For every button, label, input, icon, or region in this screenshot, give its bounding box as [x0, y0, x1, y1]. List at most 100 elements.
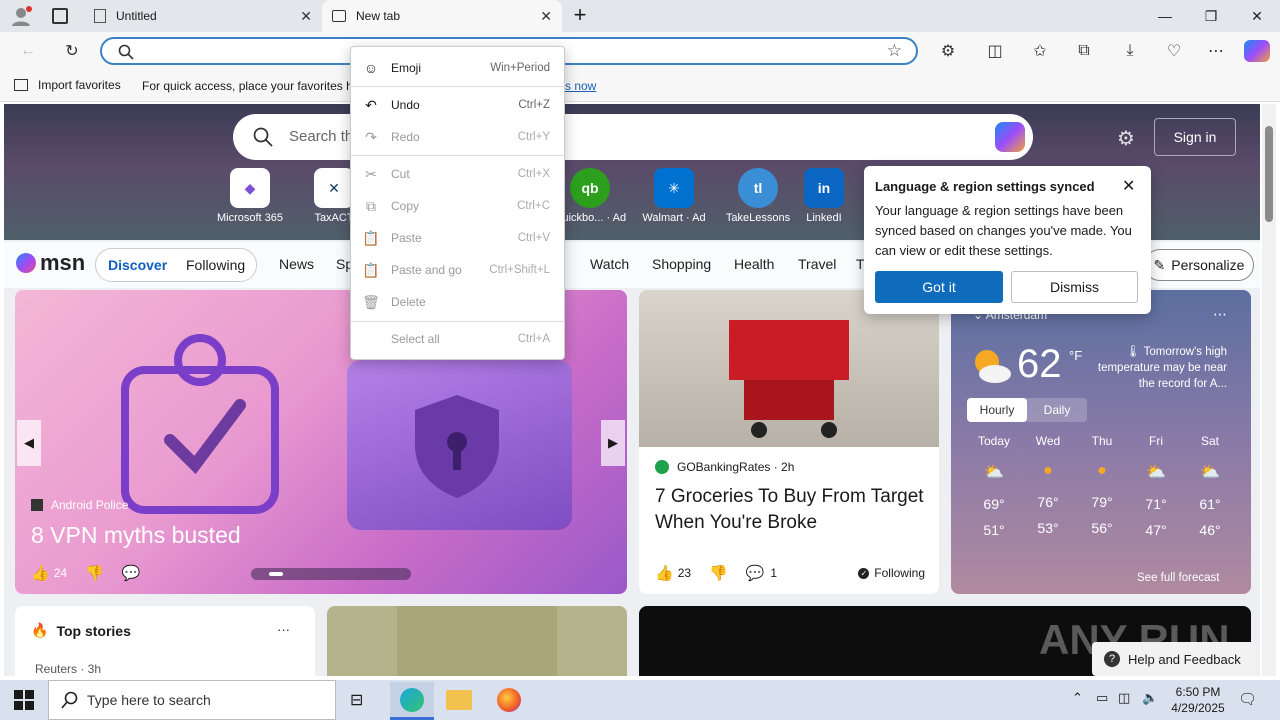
menu-item-cut[interactable]: ✂ Cut Ctrl+X [351, 159, 564, 189]
popup-body: Your language & region settings have bee… [875, 203, 1132, 258]
tab-untitled[interactable]: Untitled ✕ [84, 0, 322, 32]
extensions-icon[interactable]: ⚙ [934, 38, 962, 64]
tab-discover[interactable]: Discover [108, 257, 167, 273]
close-popup-icon[interactable]: ✕ [1122, 176, 1135, 196]
article-title[interactable]: 7 Groceries To Buy From Target When You'… [655, 484, 925, 536]
close-window-button[interactable]: ✕ [1234, 0, 1280, 32]
quicklink-label: Walmart · Ad [642, 212, 706, 224]
nav-news[interactable]: News [279, 256, 314, 272]
file-explorer-icon[interactable] [446, 690, 472, 710]
chevron-up-icon[interactable]: ⌃ [1072, 690, 1083, 706]
taskbar-edge-button[interactable] [390, 682, 434, 720]
story-source[interactable]: Reuters · 3h [35, 662, 101, 676]
news-card[interactable]: GOBankingRates · 2h 7 Groceries To Buy F… [639, 290, 939, 594]
network-icon[interactable]: ◫ [1118, 690, 1130, 706]
comment-icon[interactable]: 💬 [122, 564, 141, 582]
nav-watch[interactable]: Watch [590, 256, 629, 272]
forecast-day[interactable]: Fri ⛅ 71° 47° [1129, 428, 1183, 562]
comment-icon[interactable]: 💬 [746, 564, 765, 582]
redo-icon: ↷ [365, 128, 377, 145]
settings-gear-icon[interactable]: ⚙ [1117, 126, 1135, 151]
high-temp: 61° [1199, 496, 1221, 512]
back-icon[interactable]: ← [14, 38, 42, 64]
new-tab-button[interactable]: + [568, 4, 592, 28]
collections-icon[interactable]: ⧉ [1070, 38, 1098, 64]
temp-unit[interactable]: °F [1069, 348, 1082, 363]
favorites-link[interactable]: s now [565, 79, 596, 93]
forecast-day[interactable]: Sat ⛅ 61° 46° [1183, 428, 1237, 562]
article-title[interactable]: 8 VPN myths busted [31, 522, 241, 549]
msn-logo[interactable]: msn [16, 250, 85, 276]
forecast-day[interactable]: Wed ● 76° 53° [1021, 428, 1075, 562]
carousel-next-button[interactable]: ▶ [601, 420, 625, 466]
menu-item-redo[interactable]: ↷ Redo Ctrl+Y [351, 122, 564, 152]
menu-item-undo[interactable]: ↶ Undo Ctrl+Z [351, 90, 564, 120]
following-button[interactable]: ✓ Following [858, 566, 925, 580]
weather-alert[interactable]: 🌡 Tomorrow's high temperature may be nea… [1097, 344, 1227, 392]
menu-item-emoji[interactable]: ☺ Emoji Win+Period [351, 53, 564, 83]
carousel-dots[interactable] [251, 568, 411, 580]
copilot-icon[interactable] [995, 122, 1025, 152]
refresh-icon[interactable]: ↻ [58, 38, 86, 64]
taskbar-clock[interactable]: 6:50 PM 4/29/2025 [1166, 684, 1230, 716]
task-view-icon[interactable]: ⊟ [350, 690, 363, 710]
tab-label: New tab [356, 9, 401, 23]
see-full-forecast-link[interactable]: See full forecast [1137, 572, 1219, 584]
nav-travel[interactable]: Travel [798, 256, 836, 272]
more-options-icon[interactable]: ··· [277, 622, 290, 637]
notifications-icon[interactable]: 🗨 [1238, 690, 1257, 708]
scrollbar-thumb[interactable] [1265, 126, 1273, 222]
menu-item-paste-and-go[interactable]: 📋 Paste and go Ctrl+Shift+L [351, 255, 564, 285]
quicklink-walmart[interactable]: ✳ Walmart · Ad [632, 168, 716, 224]
close-tab-icon[interactable]: ✕ [300, 8, 312, 25]
close-tab-icon[interactable]: ✕ [540, 8, 552, 25]
personalize-button[interactable]: ✎ Personalize [1144, 249, 1254, 281]
minimize-button[interactable]: — [1142, 0, 1188, 32]
import-favorites-button[interactable]: Import favorites [14, 78, 121, 92]
page-scrollbar[interactable] [1262, 104, 1276, 676]
nav-shopping[interactable]: Shopping [652, 256, 711, 272]
menu-item-delete[interactable]: 🗑 Delete [351, 287, 564, 317]
weather-card[interactable]: ⌄ Amsterdam ⋯ 62 °F 🌡 Tomorrow's high te… [951, 290, 1251, 594]
more-options-icon[interactable]: ⋯ [1213, 306, 1227, 323]
copilot-icon[interactable] [1244, 40, 1270, 62]
forecast-day[interactable]: Today ⛅ 69° 51° [967, 428, 1021, 562]
sign-in-button[interactable]: Sign in [1154, 118, 1236, 156]
got-it-button[interactable]: Got it [875, 271, 1003, 303]
help-feedback-button[interactable]: ? Help and Feedback [1092, 642, 1256, 676]
quicklink-takelessons[interactable]: tl TakeLessons [716, 168, 800, 224]
quicklink-microsoft-365[interactable]: ◆ Microsoft 365 [208, 168, 292, 224]
menu-item-select-all[interactable]: Select all Ctrl+A [351, 324, 564, 354]
battery-icon[interactable]: ▭ [1096, 690, 1108, 706]
forecast-day[interactable]: Thu ● 79° 56° [1075, 428, 1129, 562]
browser-essentials-icon[interactable]: ♡ [1160, 38, 1188, 64]
menu-item-paste[interactable]: 📋 Paste Ctrl+V [351, 223, 564, 253]
volume-icon[interactable]: 🔈 [1142, 690, 1158, 706]
dismiss-button[interactable]: Dismiss [1011, 271, 1138, 303]
tab-new-tab[interactable]: New tab ✕ [322, 0, 562, 32]
tab-daily[interactable]: Daily [1027, 398, 1087, 422]
taskbar-search-box[interactable]: Type here to search [48, 680, 336, 720]
favorites-icon[interactable]: ✩ [1026, 38, 1054, 64]
profile-icon[interactable] [10, 6, 32, 26]
windows-start-icon[interactable] [14, 690, 34, 710]
split-screen-icon[interactable]: ◫ [981, 38, 1009, 64]
thumbs-up-icon[interactable]: 👍 [655, 564, 674, 582]
tab-actions-icon[interactable] [52, 8, 68, 24]
restore-button[interactable]: ❐ [1188, 0, 1234, 32]
thumbs-down-icon[interactable]: 👎 [709, 564, 728, 582]
thumbs-down-icon[interactable]: 👎 [85, 564, 104, 582]
image-card[interactable] [327, 606, 627, 676]
more-menu-icon[interactable]: ⋯ [1202, 38, 1230, 64]
firefox-icon[interactable] [497, 688, 521, 712]
carousel-prev-button[interactable]: ◀ [17, 420, 41, 466]
downloads-icon[interactable]: ⤓ [1116, 38, 1144, 64]
address-bar-context-menu: ☺ Emoji Win+Period ↶ Undo Ctrl+Z ↷ Redo … [350, 46, 565, 360]
tab-hourly[interactable]: Hourly [967, 398, 1027, 422]
tab-following[interactable]: Following [186, 257, 245, 273]
quicklink-linkedin[interactable]: in LinkedI [802, 168, 846, 224]
menu-item-copy[interactable]: ⧉ Copy Ctrl+C [351, 191, 564, 221]
nav-health[interactable]: Health [734, 256, 774, 272]
favorite-star-icon[interactable]: ☆ [887, 41, 902, 61]
thumbs-up-icon[interactable]: 👍 [31, 564, 50, 582]
